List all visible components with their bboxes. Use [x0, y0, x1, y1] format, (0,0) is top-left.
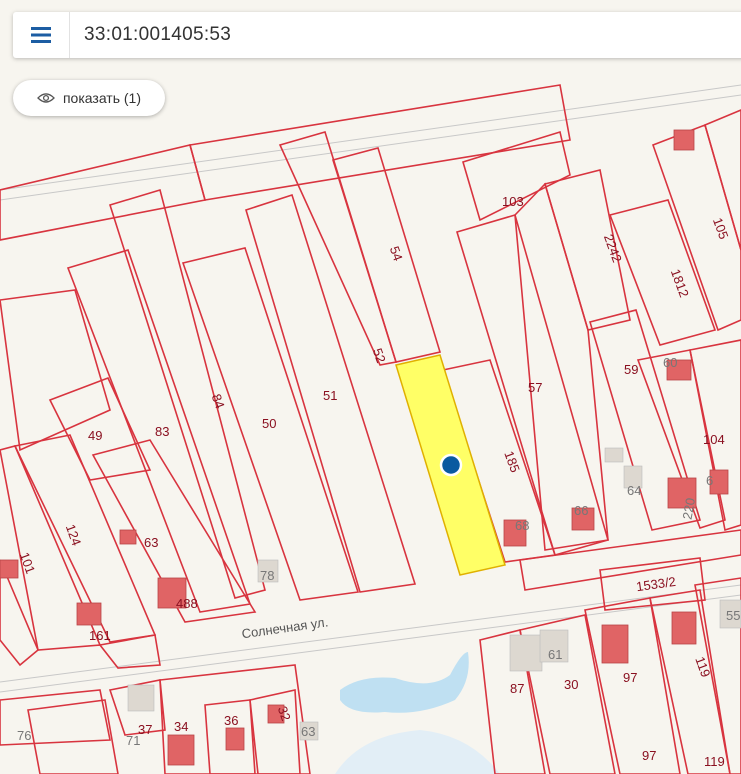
- building-label: 55: [726, 608, 740, 623]
- parcel-label: 87: [510, 681, 524, 696]
- eye-icon: [37, 93, 55, 103]
- parcel-label: 161: [89, 628, 111, 643]
- parcel-label: 119: [704, 754, 725, 769]
- parcel-label: 83: [155, 424, 169, 439]
- parcel-label: 30: [564, 677, 578, 692]
- search-input[interactable]: 33:01:001405:53: [70, 24, 231, 46]
- building-label: 71: [126, 733, 140, 748]
- show-results-label: показать (1): [62, 90, 142, 106]
- parcel-label: 51: [323, 388, 337, 403]
- parcel-label: 49: [88, 428, 102, 443]
- search-bar[interactable]: 33:01:001405:53: [13, 12, 741, 58]
- building-label: 64: [627, 483, 641, 498]
- parcel-label: 50: [262, 416, 276, 431]
- parcel-label: 104: [703, 432, 725, 447]
- parcel-label: 97: [623, 670, 637, 685]
- building-label: 66: [574, 503, 588, 518]
- parcel-label: 103: [502, 194, 524, 209]
- parcel-label: 57: [528, 380, 542, 395]
- parcel-label: 34: [174, 719, 188, 734]
- building-label: 60: [663, 355, 677, 370]
- parcel-label: 36: [224, 713, 238, 728]
- building-label: 76: [17, 728, 31, 743]
- building-label: 78: [260, 568, 274, 583]
- location-marker-icon[interactable]: [439, 453, 463, 477]
- parcel-label: 488: [176, 596, 198, 611]
- show-results-button[interactable]: показать (1): [13, 80, 165, 116]
- hamburger-menu-icon: [31, 27, 51, 43]
- parcel-label: 63: [144, 535, 158, 550]
- building-label: 63: [301, 724, 315, 739]
- parcel-label: 97: [642, 748, 656, 763]
- parcel-label: 59: [624, 362, 638, 377]
- cadastral-map[interactable]: 103 2242 105 1812 54 52 51 84 83 50 49 5…: [0, 0, 741, 774]
- building-label: 61: [548, 647, 562, 662]
- menu-button[interactable]: [13, 12, 70, 58]
- building-label: 68: [515, 518, 529, 533]
- building-label: 6: [706, 473, 713, 488]
